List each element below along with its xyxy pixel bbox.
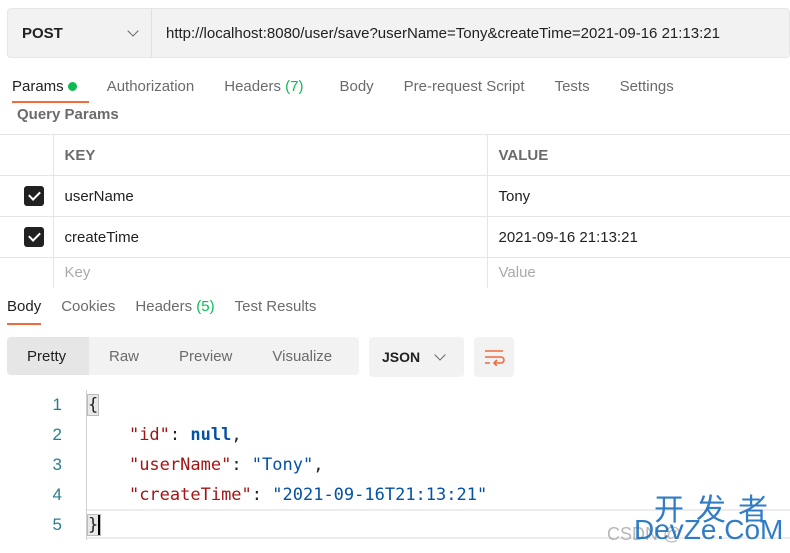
tab-response-headers[interactable]: Headers (5) xyxy=(135,298,214,315)
tab-label: Headers xyxy=(224,78,281,95)
table-row: createTime 2021-09-16 21:13:21 xyxy=(0,216,790,258)
key-cell[interactable]: createTime xyxy=(53,216,488,258)
view-preview[interactable]: Preview xyxy=(159,337,252,375)
wrap-lines-button[interactable] xyxy=(474,337,514,377)
format-label: JSON xyxy=(382,349,421,365)
format-select[interactable]: JSON xyxy=(369,337,464,377)
json-key: "createTime" xyxy=(128,485,252,505)
response-body-code[interactable]: 1{ 2 "id": null, 3 "userName": "Tony", 4… xyxy=(0,390,488,540)
code-line: 5} xyxy=(52,514,102,536)
headers-count: (7) xyxy=(285,78,304,95)
url-bar: POST http://localhost:8080/user/save?use… xyxy=(7,8,790,58)
indent-guide xyxy=(86,390,87,540)
view-visualize[interactable]: Visualize xyxy=(252,337,352,375)
code-line: 3 "userName": "Tony", xyxy=(52,455,324,475)
method-select[interactable]: POST xyxy=(8,9,152,57)
headers-count: (5) xyxy=(196,298,215,315)
value-header: VALUE xyxy=(487,134,790,176)
tab-cookies[interactable]: Cookies xyxy=(61,298,115,315)
tab-response-body[interactable]: Body xyxy=(7,298,42,325)
tab-body[interactable]: Body xyxy=(339,78,373,95)
view-raw[interactable]: Raw xyxy=(89,337,159,375)
code-line: 2 "id": null, xyxy=(52,425,242,445)
value-cell[interactable]: 2021-09-16 21:13:21 xyxy=(487,216,790,258)
tab-params[interactable]: Params xyxy=(12,78,89,103)
tab-test-results[interactable]: Test Results xyxy=(235,298,317,315)
view-pretty[interactable]: Pretty xyxy=(7,337,89,375)
tab-tests[interactable]: Tests xyxy=(555,78,590,95)
active-dot-icon xyxy=(67,82,77,91)
json-value: "Tony" xyxy=(251,455,314,475)
request-tabs: Params Authorization Headers (7) Body Pr… xyxy=(12,78,704,103)
chevron-down-icon xyxy=(434,349,446,361)
query-params-title: Query Params xyxy=(17,106,119,123)
url-input[interactable]: http://localhost:8080/user/save?userName… xyxy=(152,25,720,42)
code-line: 4 "createTime": "2021-09-16T21:13:21" xyxy=(52,485,488,505)
json-key: "id" xyxy=(128,425,170,445)
tab-label: Params xyxy=(12,78,64,95)
key-input[interactable]: Key xyxy=(53,257,488,288)
tab-settings[interactable]: Settings xyxy=(620,78,674,95)
row-checkbox[interactable] xyxy=(24,186,44,206)
table-header: KEY VALUE xyxy=(0,134,790,176)
response-tabs: Body Cookies Headers (5) Test Results xyxy=(7,298,790,325)
value-cell[interactable]: Tony xyxy=(487,175,790,217)
brace-open: { xyxy=(86,394,100,416)
key-cell[interactable]: userName xyxy=(53,175,488,217)
watermark-logo-text: DevZe.CoM xyxy=(634,514,784,545)
code-line: 1{ xyxy=(52,394,100,416)
row-checkbox[interactable] xyxy=(24,227,44,247)
params-table: KEY VALUE userName Tony createTime 2021-09-… xyxy=(0,134,790,288)
value-input[interactable]: Value xyxy=(487,257,790,288)
table-row: userName Tony xyxy=(0,175,790,217)
table-row-empty: Key Value xyxy=(0,257,790,288)
tab-headers[interactable]: Headers (7) xyxy=(224,78,303,95)
json-key: "userName" xyxy=(128,455,232,475)
view-mode-selector: Pretty Raw Preview Visualize xyxy=(7,337,359,375)
tab-authorization[interactable]: Authorization xyxy=(107,78,195,95)
chevron-down-icon xyxy=(127,25,139,37)
json-value: null xyxy=(190,425,232,445)
tab-pre-request-script[interactable]: Pre-request Script xyxy=(404,78,525,95)
tab-label: Headers xyxy=(135,298,193,315)
json-value: "2021-09-16T21:13:21" xyxy=(272,485,488,505)
method-label: POST xyxy=(22,24,63,42)
brace-close: } xyxy=(86,514,102,536)
key-header: KEY xyxy=(53,134,488,176)
wrap-icon xyxy=(485,350,505,366)
